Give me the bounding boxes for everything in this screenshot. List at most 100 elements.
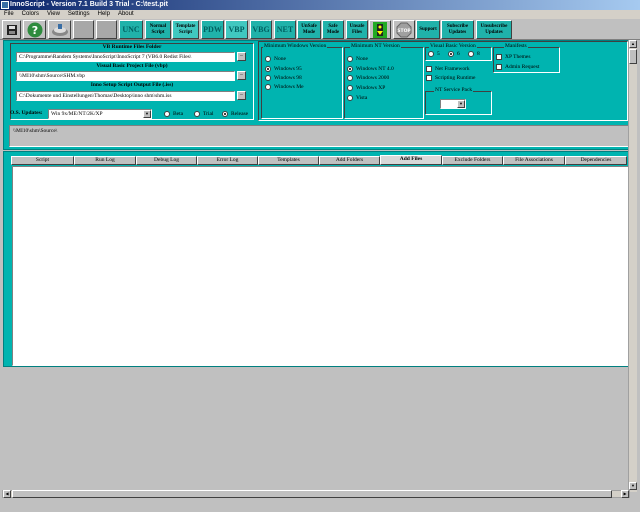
tab-dependencies[interactable]: Dependencies (565, 156, 627, 165)
title-bar: InnoScript - Version 7.1 Build 3 Trial -… (0, 0, 640, 10)
min-nt-none[interactable]: None (347, 55, 368, 63)
iss-field[interactable]: C:\Dokumente und Einstellungen\Thomas\De… (16, 91, 235, 101)
tab-templates[interactable]: Templates (258, 156, 319, 165)
menu-help[interactable]: Help (94, 10, 114, 19)
option-label: 8 (477, 51, 480, 57)
min-win-95[interactable]: Windows 95 (265, 65, 302, 73)
radio-icon (347, 56, 353, 62)
traffic-light-button[interactable] (369, 20, 391, 39)
vertical-scrollbar[interactable]: ▲ ▼ (628, 40, 637, 492)
save-button[interactable] (2, 20, 21, 39)
min-win-me[interactable]: Windows Me (265, 83, 304, 91)
vb-version-8[interactable]: 8 (468, 50, 480, 58)
scroll-down-icon[interactable]: ▼ (629, 482, 637, 490)
tab-add-files[interactable]: Add Files (380, 155, 442, 165)
subscribe-updates-button[interactable]: Subscribe Updates (441, 20, 474, 39)
checkbox-icon (496, 54, 502, 60)
scroll-left-icon[interactable]: ◀ (3, 490, 11, 498)
tab-run-log[interactable]: Run Log (74, 156, 136, 165)
tab-add-folders[interactable]: Add Folders (319, 156, 380, 165)
add-files-list[interactable] (12, 166, 629, 366)
net-framework-label: Net Framework (435, 66, 470, 72)
radio-icon (194, 111, 200, 117)
admin-request-label: Admin Request (505, 64, 540, 70)
mode-release-label: Release (231, 111, 249, 117)
vbp-field[interactable]: \\MI10\shm\Source\SHM.vbp (16, 71, 235, 81)
safe-mode-button[interactable]: Safe Mode (322, 20, 344, 39)
mode-trial-radio[interactable]: Trial (194, 110, 214, 118)
mode-trial-label: Trial (203, 111, 214, 117)
scripting-runtime-check[interactable]: Scripting Runtime (426, 74, 476, 82)
tab-exclude-folders[interactable]: Exclude Folders (442, 156, 503, 165)
vb-version-5[interactable]: 5 (428, 50, 440, 58)
os-updates-select[interactable]: Win 9x/ME/NT/2K/XP ▼ (48, 109, 152, 119)
radio-selected-icon (222, 111, 228, 117)
horizontal-scroll-thumb[interactable] (12, 490, 612, 498)
min-nt-2000[interactable]: Windows 2000 (347, 74, 389, 82)
checkbox-icon (496, 64, 502, 70)
service-pack-select[interactable]: ▼ (440, 99, 466, 109)
radio-selected-icon (448, 51, 454, 57)
min-win-none[interactable]: None (265, 55, 286, 63)
iss-browse-button[interactable]: ... (237, 91, 246, 100)
min-windows-title: Minimum Windows Version (263, 43, 328, 49)
option-label: Windows XP (356, 85, 386, 91)
menu-about[interactable]: About (114, 10, 138, 19)
tab-error-log[interactable]: Error Log (197, 156, 258, 165)
menu-settings[interactable]: Settings (64, 10, 94, 19)
vb-version-6[interactable]: 6 (448, 50, 460, 58)
vb-runtime-label: VB Runtime Files Folder (102, 44, 162, 50)
chevron-down-icon[interactable]: ▼ (143, 110, 151, 118)
chevron-down-icon[interactable]: ▼ (457, 100, 465, 108)
radio-icon (428, 51, 434, 57)
vertical-scroll-thumb[interactable] (629, 49, 637, 64)
vbp-button[interactable]: VBP (225, 20, 248, 39)
min-win-98[interactable]: Windows 98 (265, 74, 302, 82)
support-button[interactable]: Support (416, 20, 440, 39)
menu-colors[interactable]: Colors (18, 10, 43, 19)
normal-script-button[interactable]: Normal Script (145, 20, 171, 39)
mode-beta-radio[interactable]: Beta (164, 110, 183, 118)
menu-view[interactable]: View (43, 10, 64, 19)
tab-debug-log[interactable]: Debug Log (136, 156, 197, 165)
window-title: InnoScript - Version 7.1 Build 3 Trial -… (10, 1, 168, 8)
xp-themes-label: XP Themes (505, 54, 531, 60)
scroll-right-icon[interactable]: ▶ (621, 490, 629, 498)
unc-button[interactable]: UNC (119, 20, 143, 39)
option-label: Windows 98 (274, 75, 302, 81)
vb-runtime-browse-button[interactable]: ... (237, 52, 246, 61)
tab-file-associations[interactable]: File Associations (503, 156, 565, 165)
net-button[interactable]: NET (274, 20, 296, 39)
radio-selected-icon (347, 66, 353, 72)
min-nt-vista[interactable]: Vista (347, 94, 367, 102)
vb-runtime-field[interactable]: C:\Programme\Randem Systems\InnoScript\I… (16, 52, 235, 62)
unsubscribe-updates-button[interactable]: Unsubscribe Updates (476, 20, 512, 39)
option-label: None (274, 56, 286, 62)
blank-button-2[interactable] (96, 20, 117, 39)
vbp-browse-button[interactable]: ... (237, 71, 246, 80)
blank-button-1[interactable] (73, 20, 94, 39)
menu-file[interactable]: File (0, 10, 18, 19)
min-nt-xp[interactable]: Windows XP (347, 84, 385, 92)
net-framework-check[interactable]: Net Framework (426, 65, 470, 73)
tab-script[interactable]: Script (11, 156, 74, 165)
scroll-up-icon[interactable]: ▲ (629, 40, 637, 48)
min-nt-40[interactable]: Windows NT 4.0 (347, 65, 394, 73)
scripting-runtime-label: Scripting Runtime (435, 75, 476, 81)
admin-request-check[interactable]: Admin Request (496, 63, 539, 71)
checkbox-icon (426, 66, 432, 72)
pdw-button[interactable]: PDW (201, 20, 224, 39)
option-label: Windows Me (274, 84, 304, 90)
unsafe-mode-button[interactable]: UnSafe Mode (297, 20, 321, 39)
option-label: Windows 95 (274, 66, 302, 72)
unsafe-files-button[interactable]: Unsafe Files (346, 20, 368, 39)
install-button[interactable] (48, 20, 71, 39)
mode-release-radio[interactable]: Release (222, 110, 248, 118)
option-label: 6 (457, 51, 460, 57)
help-button[interactable]: ? (23, 20, 46, 39)
horizontal-scrollbar[interactable]: ◀ ▶ (2, 490, 630, 498)
xp-themes-check[interactable]: XP Themes (496, 53, 531, 61)
vbg-button[interactable]: VBG (250, 20, 272, 39)
template-script-button[interactable]: Template Script (172, 20, 199, 39)
stop-button[interactable]: STOP (393, 20, 415, 39)
